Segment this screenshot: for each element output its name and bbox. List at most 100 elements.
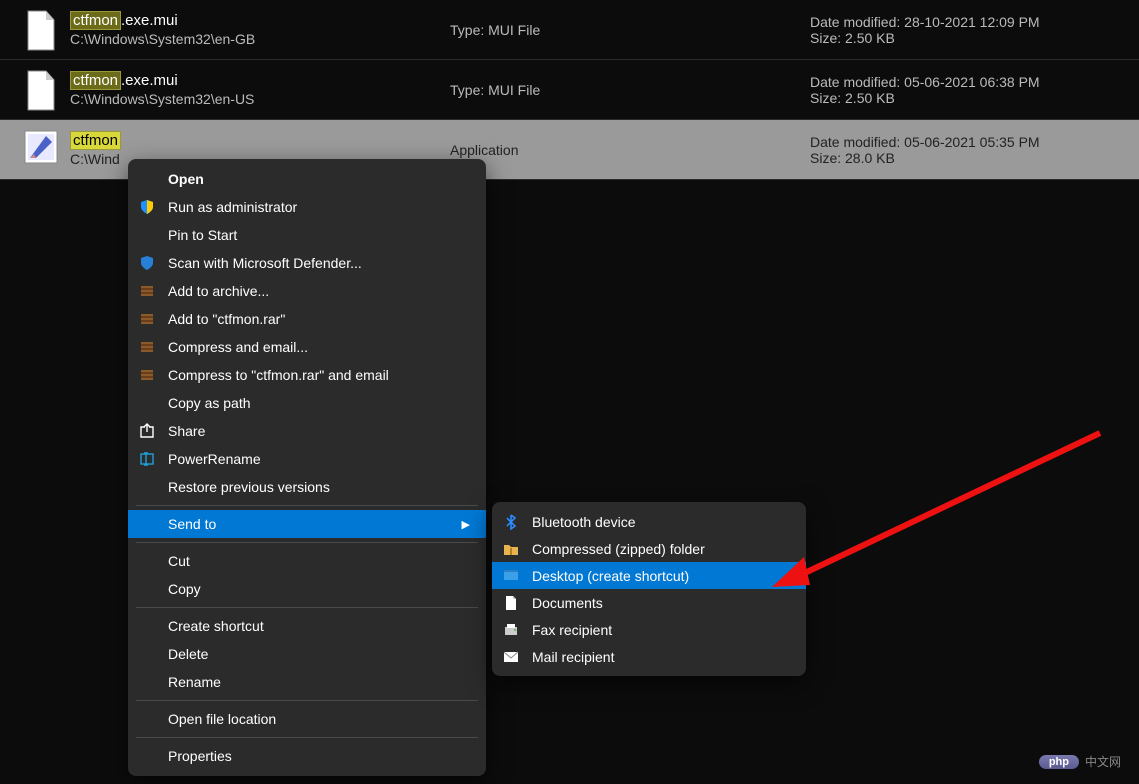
menu-pin-to-start[interactable]: Pin to Start [128,221,486,249]
application-icon [24,130,58,170]
chevron-right-icon: ▶ [462,518,470,531]
menu-label: Open [168,171,470,187]
file-name-rest: .exe.mui [121,72,178,89]
file-type: Type: MUI File [450,22,810,38]
file-size: Size: 2.50 KB [810,90,1119,106]
menu-power-rename[interactable]: PowerRename [128,445,486,473]
mail-icon [500,648,522,666]
file-type: Application [450,142,810,158]
menu-scan-defender[interactable]: Scan with Microsoft Defender... [128,249,486,277]
bluetooth-icon [500,513,522,531]
file-modified: Date modified: 05-06-2021 05:35 PM [810,134,1119,150]
context-menu: Open Run as administrator Pin to Start S… [128,159,486,776]
menu-add-to-archive[interactable]: Add to archive... [128,277,486,305]
file-info-left: ctfmon.exe.mui C:\Windows\System32\en-US [70,72,450,107]
menu-label: Copy [168,581,470,597]
search-highlight: ctfmon [70,131,121,150]
menu-label: Send to [168,516,462,532]
menu-label: Share [168,423,470,439]
menu-copy-as-path[interactable]: Copy as path [128,389,486,417]
menu-label: Documents [532,595,790,611]
menu-restore-previous[interactable]: Restore previous versions [128,473,486,501]
menu-label: Add to archive... [168,283,470,299]
menu-label: Run as administrator [168,199,470,215]
menu-separator [136,700,478,701]
watermark: php 中文网 [1039,753,1121,770]
archive-icon [136,282,158,300]
submenu-fax[interactable]: Fax recipient [492,616,806,643]
menu-label: Delete [168,646,470,662]
menu-share[interactable]: Share [128,417,486,445]
file-meta: Date modified: 28-10-2021 12:09 PM Size:… [810,14,1139,46]
desktop-icon [500,567,522,585]
menu-delete[interactable]: Delete [128,640,486,668]
fax-icon [500,621,522,639]
menu-label: Open file location [168,711,470,727]
file-path: C:\Windows\System32\en-GB [70,31,450,47]
document-icon [24,70,58,110]
document-icon [24,10,58,50]
menu-label: Add to "ctfmon.rar" [168,311,470,327]
php-badge: php [1039,755,1079,769]
file-size: Size: 2.50 KB [810,30,1119,46]
menu-label: PowerRename [168,451,470,467]
menu-label: Compress and email... [168,339,470,355]
power-rename-icon [136,450,158,468]
file-list: ctfmon.exe.mui C:\Windows\System32\en-GB… [0,0,1139,180]
zip-folder-icon [500,540,522,558]
menu-add-to-rar[interactable]: Add to "ctfmon.rar" [128,305,486,333]
search-highlight: ctfmon [70,71,121,90]
submenu-desktop-shortcut[interactable]: Desktop (create shortcut) [492,562,806,589]
menu-open-file-location[interactable]: Open file location [128,705,486,733]
menu-send-to[interactable]: Send to▶ [128,510,486,538]
menu-label: Fax recipient [532,622,790,638]
annotation-arrow [770,425,1110,600]
menu-label: Restore previous versions [168,479,470,495]
file-meta: Date modified: 05-06-2021 05:35 PM Size:… [810,134,1139,166]
watermark-text: 中文网 [1085,753,1121,770]
menu-rename[interactable]: Rename [128,668,486,696]
menu-compress-rar-email[interactable]: Compress to "ctfmon.rar" and email [128,361,486,389]
archive-icon [136,338,158,356]
menu-label: Properties [168,748,470,764]
menu-label: Scan with Microsoft Defender... [168,255,470,271]
menu-label: Cut [168,553,470,569]
menu-label: Compressed (zipped) folder [532,541,790,557]
file-name: ctfmon [70,132,450,149]
file-path: C:\Windows\System32\en-US [70,91,450,107]
file-row[interactable]: ctfmon.exe.mui C:\Windows\System32\en-US… [0,60,1139,120]
menu-compress-email[interactable]: Compress and email... [128,333,486,361]
archive-icon [136,366,158,384]
submenu-compressed[interactable]: Compressed (zipped) folder [492,535,806,562]
menu-label: Bluetooth device [532,514,790,530]
file-modified: Date modified: 05-06-2021 06:38 PM [810,74,1119,90]
menu-copy[interactable]: Copy [128,575,486,603]
file-name: ctfmon.exe.mui [70,12,450,29]
shield-icon [136,198,158,216]
menu-label: Mail recipient [532,649,790,665]
menu-cut[interactable]: Cut [128,547,486,575]
defender-icon [136,254,158,272]
menu-label: Desktop (create shortcut) [532,568,790,584]
menu-label: Rename [168,674,470,690]
file-name-rest: .exe.mui [121,12,178,29]
file-size: Size: 28.0 KB [810,150,1119,166]
menu-open[interactable]: Open [128,165,486,193]
menu-run-as-admin[interactable]: Run as administrator [128,193,486,221]
submenu-documents[interactable]: Documents [492,589,806,616]
document-icon [500,594,522,612]
file-modified: Date modified: 28-10-2021 12:09 PM [810,14,1119,30]
search-highlight: ctfmon [70,11,121,30]
share-icon [136,422,158,440]
send-to-submenu: Bluetooth device Compressed (zipped) fol… [492,502,806,676]
submenu-bluetooth[interactable]: Bluetooth device [492,508,806,535]
menu-label: Compress to "ctfmon.rar" and email [168,367,470,383]
menu-separator [136,542,478,543]
menu-create-shortcut[interactable]: Create shortcut [128,612,486,640]
submenu-mail[interactable]: Mail recipient [492,643,806,670]
file-row[interactable]: ctfmon.exe.mui C:\Windows\System32\en-GB… [0,0,1139,60]
file-name: ctfmon.exe.mui [70,72,450,89]
menu-separator [136,737,478,738]
menu-label: Pin to Start [168,227,470,243]
menu-properties[interactable]: Properties [128,742,486,770]
